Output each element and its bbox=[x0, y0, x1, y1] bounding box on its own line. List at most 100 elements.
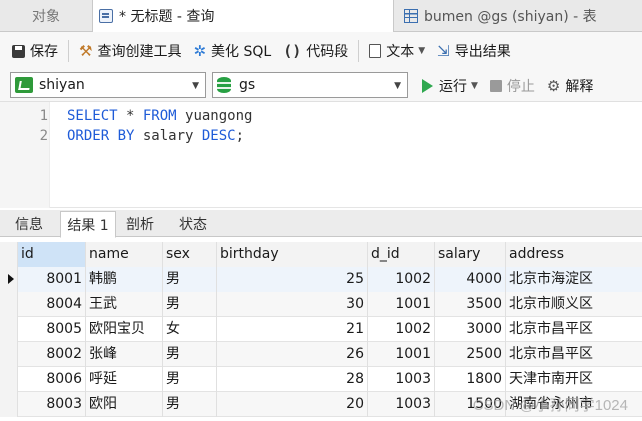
query-builder-button[interactable]: ⚒ 查询创建工具 bbox=[73, 37, 187, 65]
stop-icon bbox=[489, 80, 502, 92]
cell-address[interactable]: 北京市顺义区 bbox=[506, 292, 642, 317]
tab-info[interactable]: 信息 bbox=[4, 210, 54, 237]
cell-name[interactable]: 韩鹏 bbox=[86, 267, 163, 292]
sql-text: * bbox=[117, 108, 143, 124]
row-indicator[interactable] bbox=[0, 342, 18, 367]
cell-d-id[interactable]: 1001 bbox=[368, 292, 435, 317]
cell-address[interactable]: 北京市昌平区 bbox=[506, 342, 642, 367]
row-indicator[interactable] bbox=[0, 267, 18, 292]
cell-d-id[interactable]: 1003 bbox=[368, 392, 435, 417]
tab-untitled-query-label: * 无标题 - 查询 bbox=[119, 9, 215, 25]
column-header-sex[interactable]: sex bbox=[163, 242, 217, 267]
query-builder-label: 查询创建工具 bbox=[97, 44, 182, 60]
chevron-down-icon[interactable]: ▼ bbox=[471, 81, 478, 91]
cell-name[interactable]: 张峰 bbox=[86, 342, 163, 367]
row-indicator[interactable] bbox=[0, 367, 18, 392]
cell-d-id[interactable]: 1003 bbox=[368, 367, 435, 392]
database-icon bbox=[217, 77, 231, 93]
row-indicator[interactable] bbox=[0, 292, 18, 317]
tab-status[interactable]: 状态 bbox=[168, 210, 218, 237]
cell-name[interactable]: 欧阳宝贝 bbox=[86, 317, 163, 342]
cell-salary[interactable]: 3000 bbox=[435, 317, 506, 342]
sql-keyword: DESC bbox=[201, 128, 236, 144]
table-row[interactable]: 8002 张峰男 26 1001 2500 北京市昌平区 bbox=[0, 342, 642, 367]
column-header-name[interactable]: name bbox=[86, 242, 163, 267]
cell-d-id[interactable]: 1002 bbox=[368, 267, 435, 292]
cell-id[interactable]: 8005 bbox=[18, 317, 86, 342]
cell-salary[interactable]: 1800 bbox=[435, 367, 506, 392]
code-snippet-icon: () bbox=[283, 41, 302, 60]
cell-salary[interactable]: 4000 bbox=[435, 267, 506, 292]
cell-birthday[interactable]: 25 bbox=[217, 267, 368, 292]
code-line[interactable]: ORDER BY salary DESC; bbox=[67, 128, 244, 144]
toolbar-divider bbox=[68, 40, 69, 62]
explain-button[interactable]: ⚙ 解释 bbox=[541, 72, 599, 100]
cell-sex[interactable]: 男 bbox=[163, 392, 217, 417]
cell-id[interactable]: 8003 bbox=[18, 392, 86, 417]
run-button[interactable]: 运行 ▼ bbox=[416, 72, 484, 100]
table-row[interactable]: 8006 呼延男 28 1003 1800 天津市南开区 bbox=[0, 367, 642, 392]
cell-sex[interactable]: 男 bbox=[163, 342, 217, 367]
query-icon bbox=[99, 9, 113, 23]
connection-value: shiyan bbox=[39, 77, 85, 93]
cell-id[interactable]: 8001 bbox=[18, 267, 86, 292]
sql-text: salary bbox=[134, 128, 202, 144]
tab-profile[interactable]: 剖析 bbox=[118, 210, 162, 237]
table-row[interactable]: 8004 王武男 30 1001 3500 北京市顺义区 bbox=[0, 292, 642, 317]
cell-birthday[interactable]: 30 bbox=[217, 292, 368, 317]
cell-name[interactable]: 欧阳 bbox=[86, 392, 163, 417]
cell-d-id[interactable]: 1001 bbox=[368, 342, 435, 367]
row-indicator[interactable] bbox=[0, 317, 18, 342]
sql-text: yuangong bbox=[176, 108, 253, 124]
tab-bumen-table-label: bumen @gs (shiyan) - 表 bbox=[424, 9, 597, 25]
cell-id[interactable]: 8002 bbox=[18, 342, 86, 367]
table-row[interactable]: 8005 欧阳宝贝女 21 1002 3000 北京市昌平区 bbox=[0, 317, 642, 342]
cell-id[interactable]: 8006 bbox=[18, 367, 86, 392]
cell-birthday[interactable]: 21 bbox=[217, 317, 368, 342]
connection-select[interactable]: shiyan ▼ bbox=[10, 72, 206, 98]
cell-d-id[interactable]: 1002 bbox=[368, 317, 435, 342]
cell-name[interactable]: 王武 bbox=[86, 292, 163, 317]
column-header-id[interactable]: id bbox=[18, 242, 86, 267]
tab-untitled-query[interactable]: * 无标题 - 查询 bbox=[92, 0, 394, 32]
toolbar-divider bbox=[358, 40, 360, 62]
sql-editor[interactable]: 1 2 SELECT * FROM yuangong ORDER BY sala… bbox=[0, 102, 642, 208]
cell-sex[interactable]: 男 bbox=[163, 367, 217, 392]
cell-sex[interactable]: 男 bbox=[163, 267, 217, 292]
run-label: 运行 bbox=[439, 79, 467, 95]
table-icon bbox=[404, 9, 418, 23]
cell-address[interactable]: 天津市南开区 bbox=[506, 367, 642, 392]
cell-birthday[interactable]: 20 bbox=[217, 392, 368, 417]
table-row[interactable]: 8001 韩鹏男 25 1002 4000 北京市海淀区 bbox=[0, 267, 642, 292]
tab-objects[interactable]: 对象 bbox=[0, 0, 92, 32]
tab-result-1[interactable]: 结果 1 bbox=[60, 211, 116, 238]
cell-salary[interactable]: 2500 bbox=[435, 342, 506, 367]
column-header-d-id[interactable]: d_id bbox=[368, 242, 435, 267]
line-number: 2 bbox=[39, 128, 48, 144]
export-results-label: 导出结果 bbox=[454, 44, 511, 60]
column-header-salary[interactable]: salary bbox=[435, 242, 506, 267]
column-header-address[interactable]: address bbox=[506, 242, 642, 267]
export-results-button[interactable]: ⇲ 导出结果 bbox=[431, 37, 517, 65]
code-line[interactable]: SELECT * FROM yuangong bbox=[67, 108, 252, 124]
table-header: id name sex birthday d_id salary address bbox=[0, 242, 642, 267]
tab-bumen-table[interactable]: bumen @gs (shiyan) - 表 bbox=[396, 0, 642, 32]
cell-address[interactable]: 北京市海淀区 bbox=[506, 267, 642, 292]
stop-button[interactable]: 停止 bbox=[484, 72, 541, 100]
cell-address[interactable]: 北京市昌平区 bbox=[506, 317, 642, 342]
row-indicator[interactable] bbox=[0, 392, 18, 417]
column-header-birthday[interactable]: birthday bbox=[217, 242, 368, 267]
beautify-sql-button[interactable]: ✲ 美化 SQL bbox=[187, 37, 277, 65]
result-tabs: 信息 结果 1 剖析 状态 bbox=[0, 210, 642, 238]
cell-name[interactable]: 呼延 bbox=[86, 367, 163, 392]
cell-id[interactable]: 8004 bbox=[18, 292, 86, 317]
cell-sex[interactable]: 男 bbox=[163, 292, 217, 317]
code-snippet-button[interactable]: () 代码段 bbox=[277, 37, 354, 65]
cell-birthday[interactable]: 26 bbox=[217, 342, 368, 367]
database-select[interactable]: gs ▼ bbox=[212, 72, 408, 98]
cell-salary[interactable]: 3500 bbox=[435, 292, 506, 317]
cell-birthday[interactable]: 28 bbox=[217, 367, 368, 392]
text-button[interactable]: 文本 ▼ bbox=[363, 37, 431, 65]
save-button[interactable]: 保存 bbox=[6, 37, 64, 65]
cell-sex[interactable]: 女 bbox=[163, 317, 217, 342]
